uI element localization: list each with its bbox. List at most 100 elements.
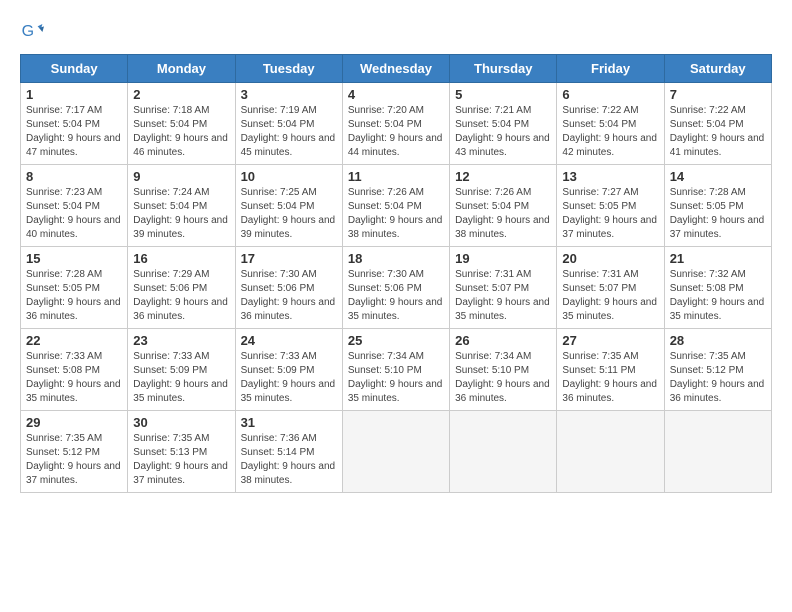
- day-number: 11: [348, 169, 444, 184]
- logo-icon: G: [20, 20, 44, 44]
- calendar-cell: 7 Sunrise: 7:22 AM Sunset: 5:04 PM Dayli…: [664, 83, 771, 165]
- day-info: Sunrise: 7:20 AM Sunset: 5:04 PM Dayligh…: [348, 104, 444, 160]
- day-info: Sunrise: 7:27 AM Sunset: 5:05 PM Dayligh…: [562, 186, 658, 242]
- calendar-cell: 11 Sunrise: 7:26 AM Sunset: 5:04 PM Dayl…: [342, 165, 449, 247]
- calendar-cell: 6 Sunrise: 7:22 AM Sunset: 5:04 PM Dayli…: [557, 83, 664, 165]
- day-info: Sunrise: 7:21 AM Sunset: 5:04 PM Dayligh…: [455, 104, 551, 160]
- calendar-cell: 29 Sunrise: 7:35 AM Sunset: 5:12 PM Dayl…: [21, 411, 128, 493]
- calendar-cell: [450, 411, 557, 493]
- calendar-cell: 4 Sunrise: 7:20 AM Sunset: 5:04 PM Dayli…: [342, 83, 449, 165]
- day-number: 30: [133, 415, 229, 430]
- week-row-4: 22 Sunrise: 7:33 AM Sunset: 5:08 PM Dayl…: [21, 329, 772, 411]
- day-number: 26: [455, 333, 551, 348]
- day-info: Sunrise: 7:30 AM Sunset: 5:06 PM Dayligh…: [348, 268, 444, 324]
- day-number: 20: [562, 251, 658, 266]
- calendar-cell: 17 Sunrise: 7:30 AM Sunset: 5:06 PM Dayl…: [235, 247, 342, 329]
- calendar-cell: 2 Sunrise: 7:18 AM Sunset: 5:04 PM Dayli…: [128, 83, 235, 165]
- calendar-cell: 3 Sunrise: 7:19 AM Sunset: 5:04 PM Dayli…: [235, 83, 342, 165]
- day-info: Sunrise: 7:34 AM Sunset: 5:10 PM Dayligh…: [348, 350, 444, 406]
- calendar-cell: 8 Sunrise: 7:23 AM Sunset: 5:04 PM Dayli…: [21, 165, 128, 247]
- day-header-thursday: Thursday: [450, 55, 557, 83]
- day-number: 9: [133, 169, 229, 184]
- day-info: Sunrise: 7:22 AM Sunset: 5:04 PM Dayligh…: [670, 104, 766, 160]
- day-number: 25: [348, 333, 444, 348]
- logo: G: [20, 20, 48, 44]
- calendar-cell: 9 Sunrise: 7:24 AM Sunset: 5:04 PM Dayli…: [128, 165, 235, 247]
- calendar-cell: 10 Sunrise: 7:25 AM Sunset: 5:04 PM Dayl…: [235, 165, 342, 247]
- day-number: 6: [562, 87, 658, 102]
- day-number: 5: [455, 87, 551, 102]
- svg-text:G: G: [22, 23, 34, 40]
- calendar-cell: 12 Sunrise: 7:26 AM Sunset: 5:04 PM Dayl…: [450, 165, 557, 247]
- day-info: Sunrise: 7:28 AM Sunset: 5:05 PM Dayligh…: [670, 186, 766, 242]
- day-number: 23: [133, 333, 229, 348]
- day-info: Sunrise: 7:33 AM Sunset: 5:09 PM Dayligh…: [133, 350, 229, 406]
- day-info: Sunrise: 7:35 AM Sunset: 5:13 PM Dayligh…: [133, 432, 229, 488]
- day-number: 31: [241, 415, 337, 430]
- calendar-cell: 31 Sunrise: 7:36 AM Sunset: 5:14 PM Dayl…: [235, 411, 342, 493]
- day-number: 3: [241, 87, 337, 102]
- day-number: 7: [670, 87, 766, 102]
- calendar-cell: 16 Sunrise: 7:29 AM Sunset: 5:06 PM Dayl…: [128, 247, 235, 329]
- day-number: 12: [455, 169, 551, 184]
- day-info: Sunrise: 7:24 AM Sunset: 5:04 PM Dayligh…: [133, 186, 229, 242]
- day-info: Sunrise: 7:35 AM Sunset: 5:12 PM Dayligh…: [26, 432, 122, 488]
- day-info: Sunrise: 7:36 AM Sunset: 5:14 PM Dayligh…: [241, 432, 337, 488]
- day-number: 13: [562, 169, 658, 184]
- calendar-table: SundayMondayTuesdayWednesdayThursdayFrid…: [20, 54, 772, 493]
- calendar-cell: 18 Sunrise: 7:30 AM Sunset: 5:06 PM Dayl…: [342, 247, 449, 329]
- day-number: 1: [26, 87, 122, 102]
- day-header-sunday: Sunday: [21, 55, 128, 83]
- calendar-cell: 22 Sunrise: 7:33 AM Sunset: 5:08 PM Dayl…: [21, 329, 128, 411]
- day-number: 22: [26, 333, 122, 348]
- calendar-cell: 23 Sunrise: 7:33 AM Sunset: 5:09 PM Dayl…: [128, 329, 235, 411]
- day-number: 24: [241, 333, 337, 348]
- day-number: 17: [241, 251, 337, 266]
- calendar-cell: 27 Sunrise: 7:35 AM Sunset: 5:11 PM Dayl…: [557, 329, 664, 411]
- day-number: 18: [348, 251, 444, 266]
- calendar-cell: [557, 411, 664, 493]
- calendar-cell: 14 Sunrise: 7:28 AM Sunset: 5:05 PM Dayl…: [664, 165, 771, 247]
- day-info: Sunrise: 7:19 AM Sunset: 5:04 PM Dayligh…: [241, 104, 337, 160]
- day-info: Sunrise: 7:33 AM Sunset: 5:08 PM Dayligh…: [26, 350, 122, 406]
- day-info: Sunrise: 7:22 AM Sunset: 5:04 PM Dayligh…: [562, 104, 658, 160]
- day-info: Sunrise: 7:26 AM Sunset: 5:04 PM Dayligh…: [348, 186, 444, 242]
- day-info: Sunrise: 7:17 AM Sunset: 5:04 PM Dayligh…: [26, 104, 122, 160]
- calendar-cell: 1 Sunrise: 7:17 AM Sunset: 5:04 PM Dayli…: [21, 83, 128, 165]
- day-number: 8: [26, 169, 122, 184]
- day-number: 21: [670, 251, 766, 266]
- week-row-2: 8 Sunrise: 7:23 AM Sunset: 5:04 PM Dayli…: [21, 165, 772, 247]
- calendar-cell: 26 Sunrise: 7:34 AM Sunset: 5:10 PM Dayl…: [450, 329, 557, 411]
- page-header: G: [20, 20, 772, 44]
- calendar-cell: 25 Sunrise: 7:34 AM Sunset: 5:10 PM Dayl…: [342, 329, 449, 411]
- day-info: Sunrise: 7:23 AM Sunset: 5:04 PM Dayligh…: [26, 186, 122, 242]
- day-number: 29: [26, 415, 122, 430]
- calendar-cell: 24 Sunrise: 7:33 AM Sunset: 5:09 PM Dayl…: [235, 329, 342, 411]
- week-row-1: 1 Sunrise: 7:17 AM Sunset: 5:04 PM Dayli…: [21, 83, 772, 165]
- day-info: Sunrise: 7:29 AM Sunset: 5:06 PM Dayligh…: [133, 268, 229, 324]
- day-number: 15: [26, 251, 122, 266]
- calendar-cell: [342, 411, 449, 493]
- calendar-cell: 5 Sunrise: 7:21 AM Sunset: 5:04 PM Dayli…: [450, 83, 557, 165]
- day-info: Sunrise: 7:30 AM Sunset: 5:06 PM Dayligh…: [241, 268, 337, 324]
- day-info: Sunrise: 7:25 AM Sunset: 5:04 PM Dayligh…: [241, 186, 337, 242]
- day-number: 19: [455, 251, 551, 266]
- day-number: 16: [133, 251, 229, 266]
- calendar-cell: 30 Sunrise: 7:35 AM Sunset: 5:13 PM Dayl…: [128, 411, 235, 493]
- day-info: Sunrise: 7:33 AM Sunset: 5:09 PM Dayligh…: [241, 350, 337, 406]
- day-number: 10: [241, 169, 337, 184]
- day-info: Sunrise: 7:35 AM Sunset: 5:11 PM Dayligh…: [562, 350, 658, 406]
- day-info: Sunrise: 7:31 AM Sunset: 5:07 PM Dayligh…: [562, 268, 658, 324]
- day-number: 28: [670, 333, 766, 348]
- header-row: SundayMondayTuesdayWednesdayThursdayFrid…: [21, 55, 772, 83]
- day-number: 14: [670, 169, 766, 184]
- calendar-cell: 15 Sunrise: 7:28 AM Sunset: 5:05 PM Dayl…: [21, 247, 128, 329]
- calendar-cell: 19 Sunrise: 7:31 AM Sunset: 5:07 PM Dayl…: [450, 247, 557, 329]
- day-info: Sunrise: 7:34 AM Sunset: 5:10 PM Dayligh…: [455, 350, 551, 406]
- day-number: 2: [133, 87, 229, 102]
- calendar-cell: 28 Sunrise: 7:35 AM Sunset: 5:12 PM Dayl…: [664, 329, 771, 411]
- day-header-tuesday: Tuesday: [235, 55, 342, 83]
- day-header-friday: Friday: [557, 55, 664, 83]
- calendar-cell: 21 Sunrise: 7:32 AM Sunset: 5:08 PM Dayl…: [664, 247, 771, 329]
- day-info: Sunrise: 7:28 AM Sunset: 5:05 PM Dayligh…: [26, 268, 122, 324]
